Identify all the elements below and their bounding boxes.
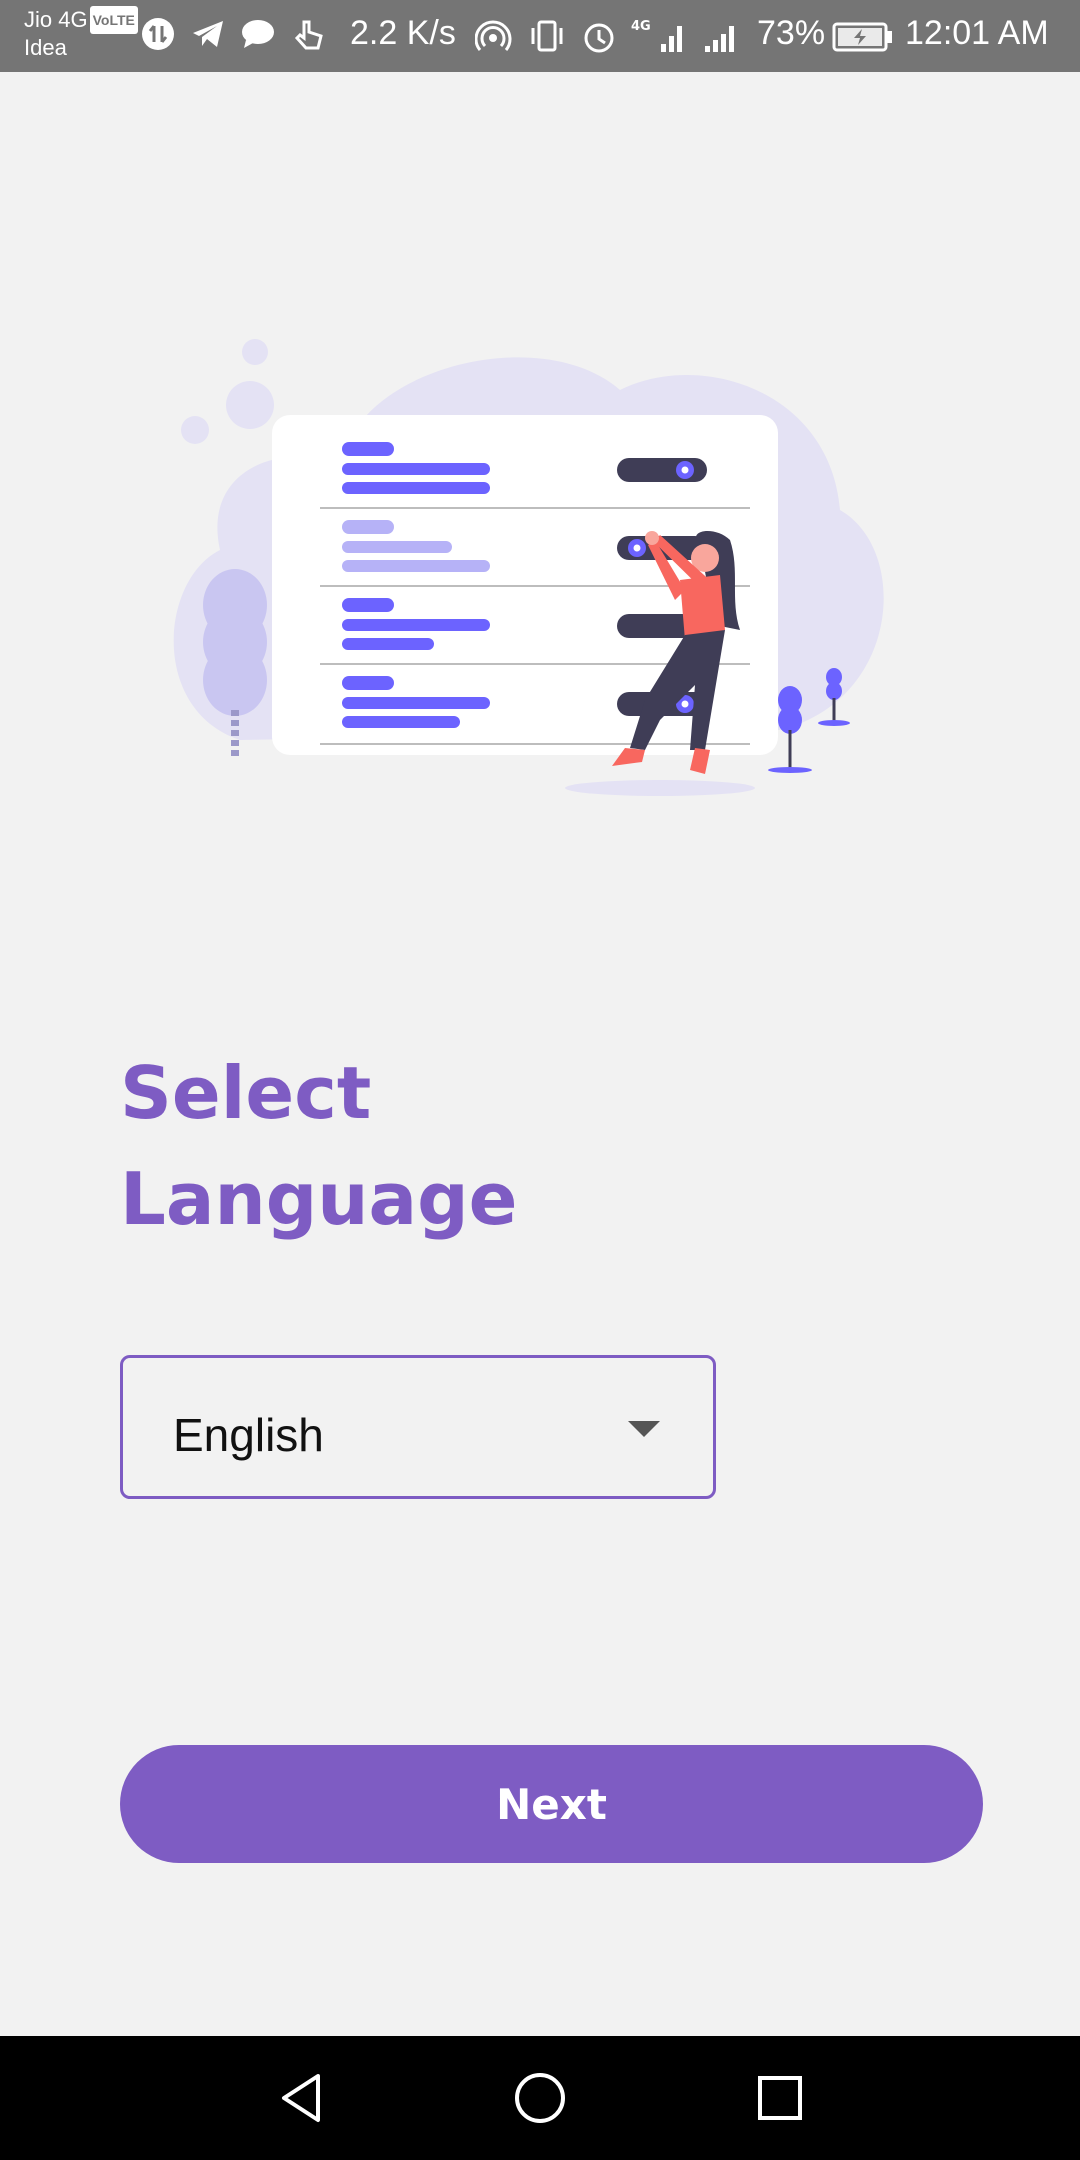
- next-button[interactable]: Next: [120, 1745, 983, 1863]
- language-select[interactable]: English: [120, 1355, 716, 1499]
- home-icon[interactable]: [508, 2066, 572, 2130]
- carrier-2: Idea: [24, 35, 67, 60]
- network-speed: 2.2 K/s: [350, 14, 456, 52]
- recents-icon[interactable]: [748, 2066, 812, 2130]
- status-bar: Jio 4G VoLTE Idea 2.2 K/s 4G 73% 12:01 AM: [0, 0, 1080, 72]
- carrier-1: Jio 4G: [24, 7, 88, 32]
- volte-badge: VoLTE: [89, 6, 138, 34]
- settings-toggles-illustration: [173, 339, 884, 796]
- chevron-down-icon: [628, 1421, 660, 1437]
- language-select-value: English: [173, 1409, 324, 1461]
- alarm-icon: [584, 23, 614, 53]
- system-icons: 4G: [475, 16, 745, 56]
- next-button-label: Next: [496, 1779, 607, 1829]
- signal-4g-icon: 4G: [631, 19, 682, 52]
- data-saver-icon: [142, 18, 174, 50]
- tap-icon: [294, 20, 323, 50]
- navigation-bar: [0, 2036, 1080, 2160]
- signal-icon: [705, 26, 734, 52]
- carrier-info: Jio 4G VoLTE Idea: [24, 6, 138, 62]
- page-title: Select Language: [120, 1040, 920, 1252]
- telegram-icon: [193, 21, 223, 47]
- back-icon[interactable]: [270, 2066, 334, 2130]
- chat-icon: [242, 20, 274, 48]
- battery-charging-icon: [832, 22, 892, 52]
- svg-text:4G: 4G: [631, 19, 651, 34]
- title-line-1: Select: [120, 1051, 372, 1135]
- battery-percent: 73%: [757, 14, 826, 52]
- title-line-2: Language: [120, 1157, 518, 1241]
- vibrate-icon: [531, 20, 563, 52]
- clock: 12:01 AM: [905, 14, 1049, 52]
- notification-icons: [140, 16, 326, 52]
- hotspot-icon: [475, 20, 512, 51]
